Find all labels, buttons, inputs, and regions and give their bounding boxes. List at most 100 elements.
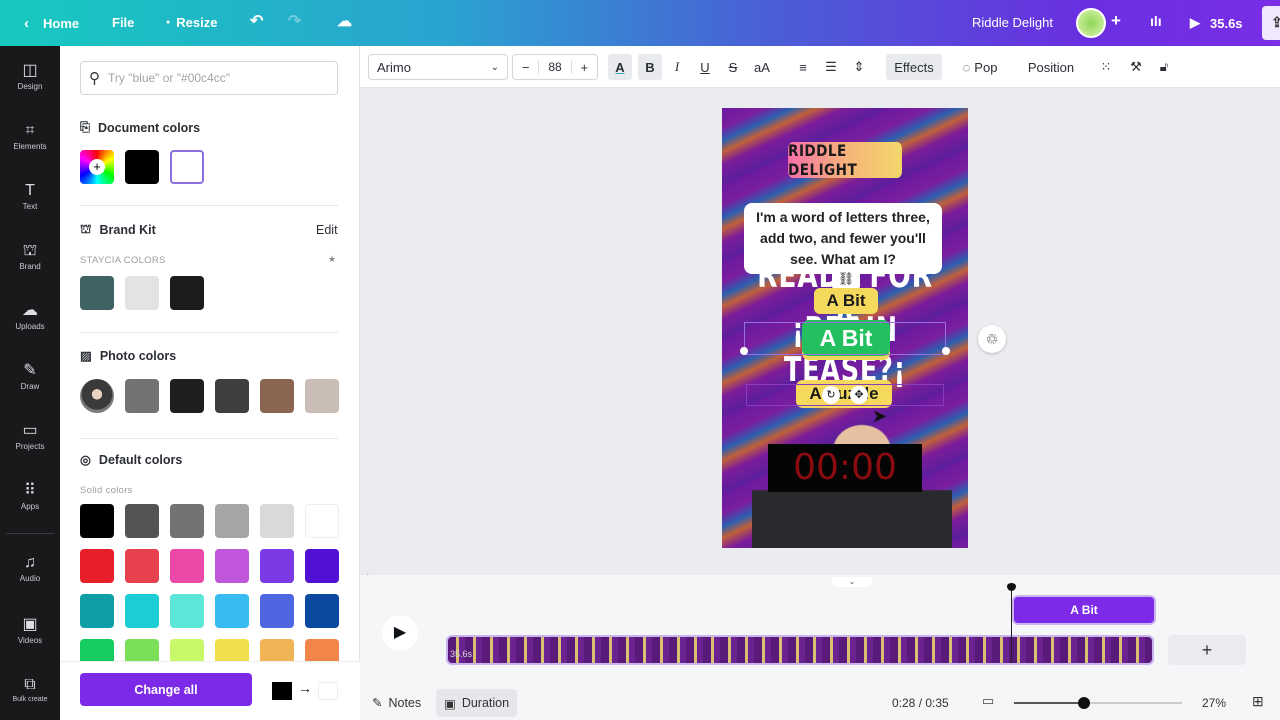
- resize-button[interactable]: ● Resize: [166, 15, 217, 30]
- default-color-swatch[interactable]: [215, 549, 249, 583]
- answer-option-1[interactable]: A Bit: [814, 288, 878, 314]
- redo-icon[interactable]: ↷: [288, 11, 301, 31]
- photo-thumbnail[interactable]: [80, 379, 114, 413]
- rail-item-draw[interactable]: ✎ Draw: [0, 362, 60, 391]
- default-color-swatch[interactable]: [80, 504, 114, 538]
- zoom-slider-handle[interactable]: [1077, 697, 1090, 709]
- rail-item-brand[interactable]: ⛫ Brand: [0, 242, 60, 271]
- countdown-timer[interactable]: 00:00: [768, 444, 922, 492]
- default-color-swatch[interactable]: [125, 594, 159, 628]
- undo-icon[interactable]: ↶: [250, 11, 263, 31]
- color-search-input[interactable]: ⚲ Try "blue" or "#00c4cc": [80, 61, 338, 95]
- rail-item-design[interactable]: ◫ Design: [0, 62, 60, 91]
- photo-color-swatch[interactable]: [305, 379, 339, 413]
- photo-color-swatch[interactable]: [125, 379, 159, 413]
- rail-item-elements[interactable]: ⌗ Elements: [0, 122, 60, 151]
- zoom-percentage[interactable]: 27%: [1202, 696, 1226, 710]
- bold-icon[interactable]: B: [638, 54, 662, 80]
- default-color-swatch[interactable]: [305, 639, 339, 661]
- default-color-swatch[interactable]: [260, 594, 294, 628]
- default-color-swatch[interactable]: [215, 594, 249, 628]
- plus-icon[interactable]: +: [1111, 11, 1121, 31]
- transparency-icon[interactable]: ⁙: [1096, 54, 1116, 80]
- rail-item-projects[interactable]: ▭ Projects: [0, 422, 60, 451]
- font-size-stepper[interactable]: − 88 +: [512, 54, 598, 80]
- effects-button[interactable]: Effects: [886, 54, 942, 80]
- link-icon[interactable]: ⛓: [832, 268, 860, 290]
- home-button[interactable]: ‹ Home: [24, 15, 79, 32]
- design-title[interactable]: Riddle Delight: [972, 15, 1053, 30]
- rail-item-videos[interactable]: ▣ Videos: [0, 616, 60, 645]
- default-color-swatch[interactable]: [170, 594, 204, 628]
- document-color-swatch[interactable]: [125, 150, 159, 184]
- list-icon[interactable]: ☰: [820, 54, 842, 80]
- comment-add-icon[interactable]: ♲: [978, 325, 1006, 353]
- position-button[interactable]: Position: [1022, 54, 1080, 80]
- align-center-icon[interactable]: ≡: [792, 54, 814, 80]
- video-track[interactable]: 35.6s: [446, 635, 1154, 665]
- rail-item-audio[interactable]: ♫ Audio: [0, 554, 60, 583]
- play-button[interactable]: ▶: [382, 615, 418, 651]
- default-color-swatch[interactable]: [170, 504, 204, 538]
- grid-view-icon[interactable]: ⊞: [1252, 693, 1264, 710]
- default-color-swatch[interactable]: [170, 549, 204, 583]
- default-color-swatch[interactable]: [170, 639, 204, 661]
- default-color-swatch[interactable]: [80, 639, 114, 661]
- default-color-swatch[interactable]: [80, 594, 114, 628]
- analytics-icon[interactable]: ılı: [1150, 13, 1162, 29]
- design-page[interactable]: RIDDLE DELIGHT READY FOR A ¡BRAIN TEASE?…: [722, 108, 968, 548]
- font-family-dropdown[interactable]: Arimo ⌄: [368, 54, 508, 80]
- underline-icon[interactable]: U: [694, 54, 716, 80]
- rail-item-uploads[interactable]: ☁ Uploads: [0, 302, 60, 331]
- brand-color-swatch[interactable]: [80, 276, 114, 310]
- letter-case-icon[interactable]: aA: [750, 54, 774, 80]
- move-handle-icon[interactable]: ✥: [850, 386, 868, 404]
- duration-button[interactable]: ▣ Duration: [436, 689, 518, 717]
- add-color-button[interactable]: +: [80, 150, 114, 184]
- default-color-swatch[interactable]: [305, 594, 339, 628]
- cloud-save-icon[interactable]: ☁: [337, 12, 352, 30]
- document-color-swatch[interactable]: [170, 150, 204, 184]
- italic-icon[interactable]: I: [666, 54, 688, 80]
- notes-button[interactable]: ✎ Notes: [372, 695, 421, 711]
- default-color-swatch[interactable]: [125, 549, 159, 583]
- rail-item-apps[interactable]: ⠿ Apps: [0, 482, 60, 511]
- rotate-handle-icon[interactable]: ↻: [822, 386, 840, 404]
- default-color-swatch[interactable]: [260, 549, 294, 583]
- rail-item-text[interactable]: T Text: [0, 182, 60, 211]
- photo-color-swatch[interactable]: [260, 379, 294, 413]
- default-color-swatch[interactable]: [80, 549, 114, 583]
- playhead[interactable]: [1011, 583, 1012, 663]
- title-badge[interactable]: RIDDLE DELIGHT: [788, 141, 902, 179]
- brand-color-swatch[interactable]: [170, 276, 204, 310]
- riddle-text[interactable]: I'm a word of letters three, add two, an…: [744, 203, 942, 274]
- star-icon[interactable]: ★: [328, 254, 336, 265]
- rail-item-bulk-create[interactable]: ⧉ Bulk create: [0, 676, 60, 703]
- playhead-handle[interactable]: [1007, 583, 1016, 591]
- increase-font-size-button[interactable]: +: [572, 60, 597, 75]
- resize-handle[interactable]: [942, 347, 950, 355]
- add-page-button[interactable]: +: [1168, 635, 1246, 665]
- strikethrough-icon[interactable]: S: [722, 54, 744, 80]
- lock-icon[interactable]: 🔓︎: [1154, 54, 1174, 80]
- avatar[interactable]: [1076, 8, 1106, 38]
- default-color-swatch[interactable]: [125, 504, 159, 538]
- decrease-font-size-button[interactable]: −: [513, 60, 538, 75]
- text-color-icon[interactable]: A: [608, 54, 632, 80]
- collapse-chevron-icon[interactable]: ⌄: [832, 577, 872, 587]
- animate-button[interactable]: ◌ Pop: [956, 54, 1004, 80]
- photo-color-swatch[interactable]: [215, 379, 249, 413]
- spacing-icon[interactable]: ⇕: [848, 54, 870, 80]
- default-color-swatch[interactable]: [260, 504, 294, 538]
- default-color-swatch[interactable]: [215, 639, 249, 661]
- share-icon[interactable]: ⇪: [1262, 6, 1280, 40]
- brand-kit-edit-link[interactable]: Edit: [316, 223, 338, 237]
- zoom-slider[interactable]: [1014, 702, 1182, 704]
- paint-roller-icon[interactable]: ⚒: [1126, 54, 1146, 80]
- font-size-input[interactable]: 88: [538, 60, 572, 74]
- brand-color-swatch[interactable]: [125, 276, 159, 310]
- present-button[interactable]: ▶ 35.6s: [1190, 15, 1243, 31]
- default-color-swatch[interactable]: [215, 504, 249, 538]
- file-menu[interactable]: File: [112, 15, 134, 30]
- text-clip[interactable]: A Bit: [1012, 595, 1156, 625]
